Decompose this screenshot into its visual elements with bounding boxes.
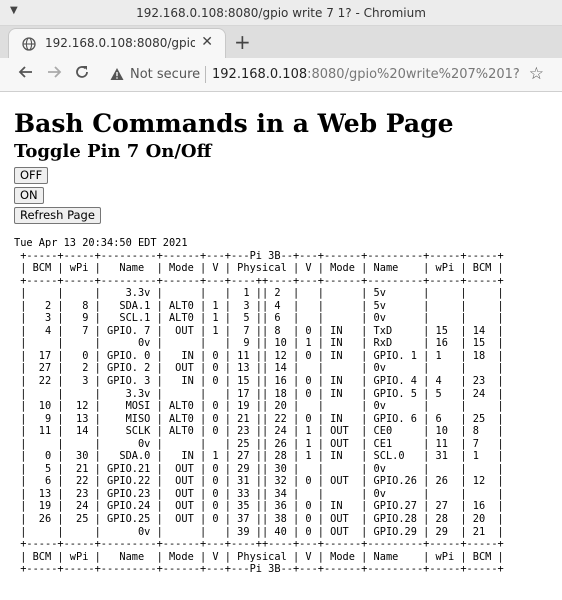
new-tab-button[interactable]: + [234, 30, 251, 54]
gpio-table-line: | | | 3.3v | | | 17 || 18 | 0 | IN | GPI… [14, 387, 504, 400]
refresh-page-button[interactable]: Refresh Page [14, 207, 101, 224]
browser-tab[interactable]: 192.168.0.108:8080/gpio write ✕ [8, 28, 226, 58]
gpio-table-line: | 2 | 8 | SDA.1 | ALT0 | 1 | 3 || 4 | | … [14, 299, 504, 312]
browser-toolbar: Not secure 192.168.0.108:8080/gpio%20wri… [0, 58, 562, 92]
gpio-table-line: | 9 | 13 | MISO | ALT0 | 0 | 21 || 22 | … [14, 412, 504, 425]
gpio-table-line: | 6 | 22 | GPIO.22 | OUT | 0 | 31 || 32 … [14, 475, 504, 488]
not-secure-label[interactable]: Not secure [130, 67, 200, 82]
gpio-table-line: | 27 | 2 | GPIO. 2 | OUT | 0 | 13 || 14 … [14, 362, 504, 375]
gpio-table-line: | | | 0v | | | 9 || 10 | 1 | IN | RxD | … [14, 337, 504, 350]
date-output: Tue Apr 13 20:34:50 EDT 2021 [14, 237, 188, 249]
gpio-table-line: | 0 | 30 | SDA.0 | IN | 1 | 27 || 28 | 1… [14, 450, 504, 463]
warning-triangle-icon[interactable] [110, 67, 124, 81]
page-subtitle: Toggle Pin 7 On/Off [14, 141, 212, 162]
gpio-table-line: | 17 | 0 | GPIO. 0 | IN | 0 | 11 || 12 |… [14, 349, 504, 362]
window-titlebar: ▼ 192.168.0.108:8080/gpio write 7 1? - C… [0, 0, 562, 26]
url-text[interactable]: 192.168.0.108:8080/gpio%20write%207%201? [212, 67, 520, 82]
gpio-table-line: | 22 | 3 | GPIO. 3 | IN | 0 | 15 || 16 |… [14, 375, 504, 388]
gpio-table-line: | 11 | 14 | SCLK | ALT0 | 0 | 23 || 24 |… [14, 425, 504, 438]
gpio-table-line: | | | 0v | | | 25 || 26 | 1 | OUT | CE1 … [14, 437, 504, 450]
gpio-table-line: +-----+-----+---------+------+---+----++… [14, 538, 504, 551]
arrow-right-icon [48, 66, 62, 78]
page-content: Bash Commands in a Web Page Toggle Pin 7… [0, 94, 562, 600]
gpio-table-line: +-----+-----+---------+------+---+---Pi … [14, 563, 504, 576]
window-title: 192.168.0.108:8080/gpio write 7 1? - Chr… [136, 6, 426, 20]
close-tab-icon[interactable]: ✕ [201, 34, 213, 50]
page-title: Bash Commands in a Web Page [14, 109, 454, 138]
gpio-table-line: +-----+-----+---------+------+---+---Pi … [14, 249, 504, 262]
reload-button[interactable] [74, 64, 90, 85]
gpio-table-line: | 5 | 21 | GPIO.21 | OUT | 0 | 29 || 30 … [14, 462, 504, 475]
gpio-table-line: +-----+-----+---------+------+---+----++… [14, 274, 504, 287]
address-bar[interactable]: Not secure 192.168.0.108:8080/gpio%20wri… [102, 62, 552, 88]
address-separator [205, 66, 206, 83]
on-button[interactable]: ON [14, 187, 44, 204]
url-path: :8080/gpio%20write%207%201? [307, 67, 520, 82]
arrow-left-icon [18, 66, 32, 78]
gpio-table-line: | 4 | 7 | GPIO. 7 | OUT | 1 | 7 || 8 | 0… [14, 324, 504, 337]
gpio-table-line: | 19 | 24 | GPIO.24 | OUT | 0 | 35 || 36… [14, 500, 504, 513]
gpio-table-line: | | | 0v | | | 39 || 40 | 0 | OUT | GPIO… [14, 525, 504, 538]
gpio-table-line: | 13 | 23 | GPIO.23 | OUT | 0 | 33 || 34… [14, 487, 504, 500]
gpio-table-line: | 10 | 12 | MOSI | ALT0 | 0 | 19 || 20 |… [14, 400, 504, 413]
gpio-table-line: | BCM | wPi | Name | Mode | V | Physical… [14, 550, 504, 563]
gpio-table-line: | 26 | 25 | GPIO.25 | OUT | 0 | 37 || 38… [14, 513, 504, 526]
back-button[interactable] [18, 64, 34, 85]
tab-strip: 192.168.0.108:8080/gpio write ✕ + [0, 26, 562, 58]
gpio-table-line: | BCM | wPi | Name | Mode | V | Physical… [14, 262, 504, 275]
forward-button[interactable] [46, 64, 62, 85]
tab-title: 192.168.0.108:8080/gpio write [45, 36, 195, 50]
bookmark-star-icon[interactable]: ☆ [529, 64, 544, 84]
off-button[interactable]: OFF [14, 167, 49, 184]
gpio-table-line: | 3 | 9 | SCL.1 | ALT0 | 1 | 5 || 6 | | … [14, 312, 504, 325]
gpio-readall-table: +-----+-----+---------+------+---+---Pi … [14, 250, 548, 576]
reload-icon [76, 66, 88, 78]
globe-icon [22, 37, 36, 51]
gpio-table-line: | | | 3.3v | | | 1 || 2 | | | 5v | | | [14, 287, 504, 300]
url-host: 192.168.0.108 [212, 67, 308, 82]
